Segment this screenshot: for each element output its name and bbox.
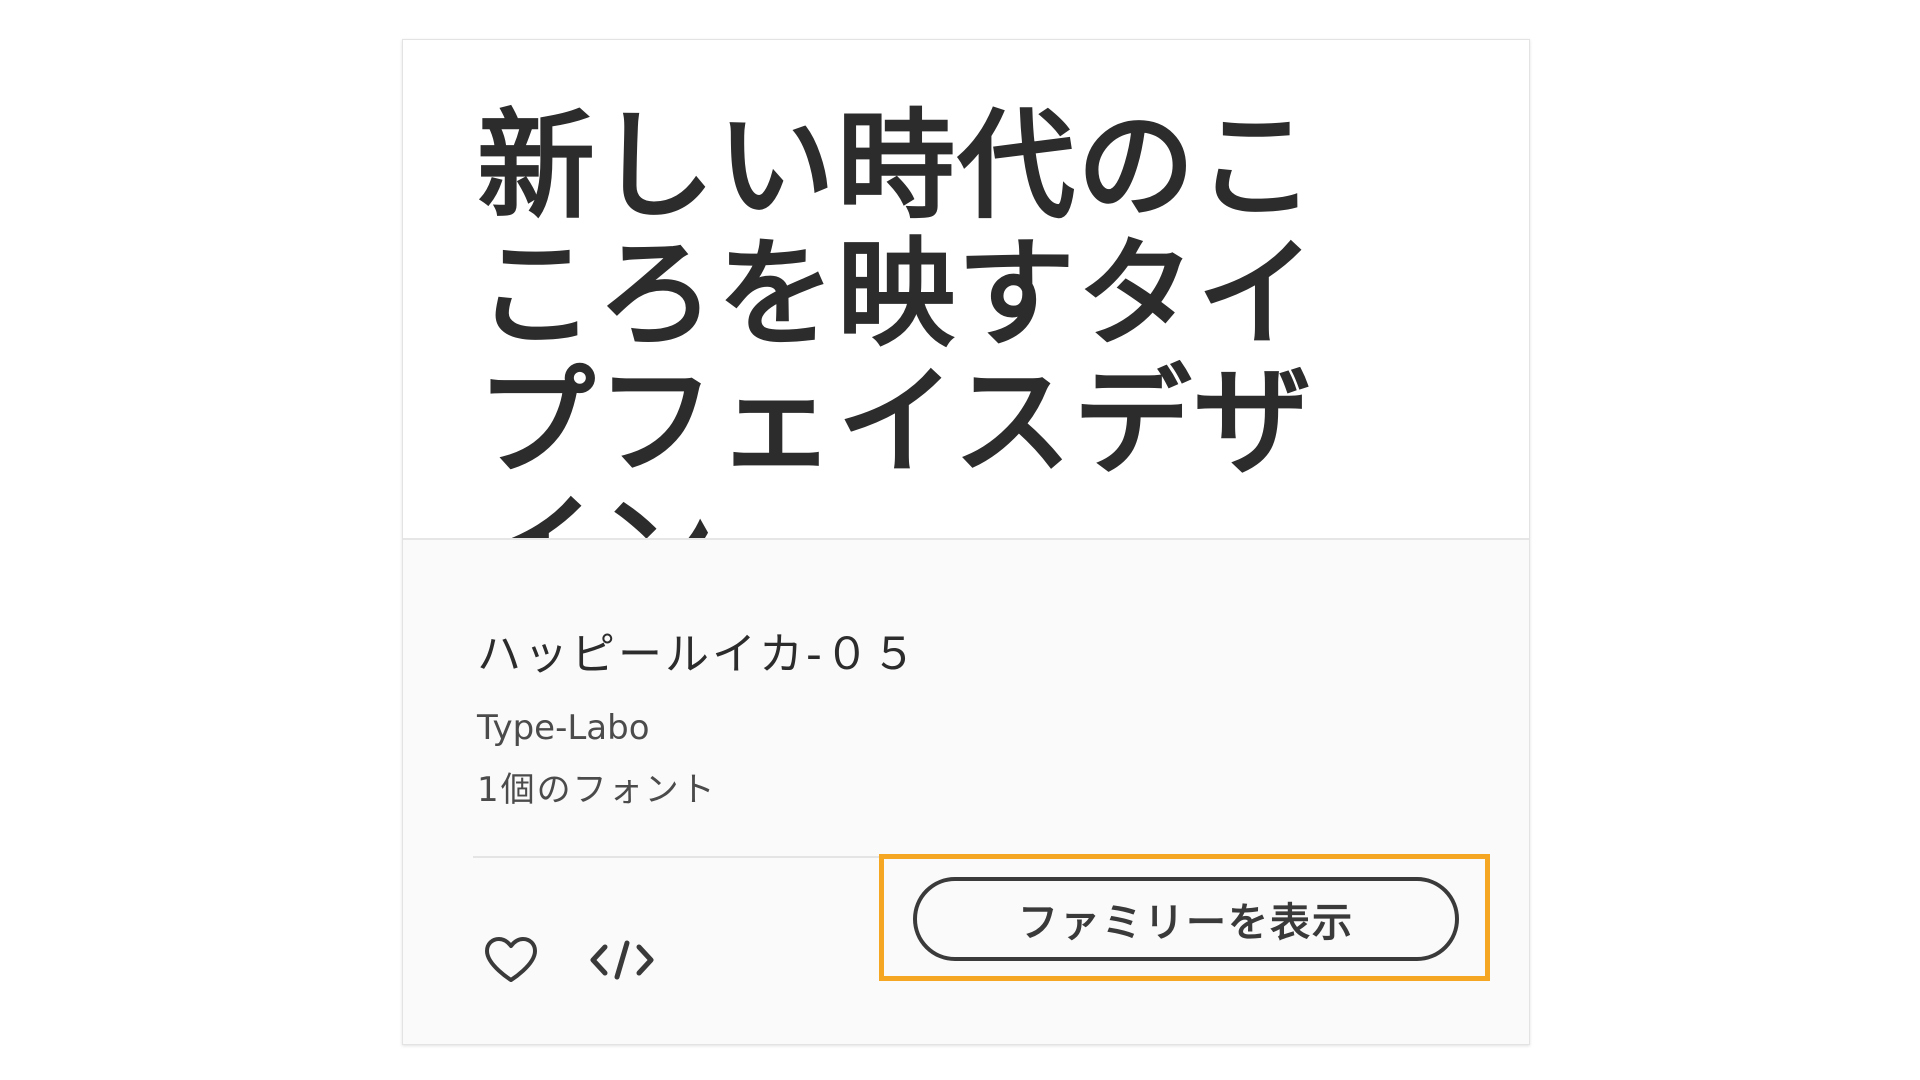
font-count: 1個のフォント [477,770,717,810]
view-family-button[interactable]: ファミリーを表示 [913,877,1459,961]
code-embed-icon [590,940,654,980]
font-card: 新しい時代のこころを映すタイプフェイスデザイン ハッピールイカ-０５ Type-… [402,39,1530,1045]
heart-icon [485,937,537,982]
font-preview-text: 新しい時代のこころを映すタイプフェイスデザイン [477,97,1318,538]
foundry-name: Type-Labo [477,708,650,748]
embed-code-button[interactable] [587,935,657,985]
font-family-name: ハッピールイカ-０５ [477,629,919,680]
font-preview-area[interactable]: 新しい時代のこころを映すタイプフェイスデザイン [403,40,1529,540]
favorite-button[interactable] [481,935,541,985]
